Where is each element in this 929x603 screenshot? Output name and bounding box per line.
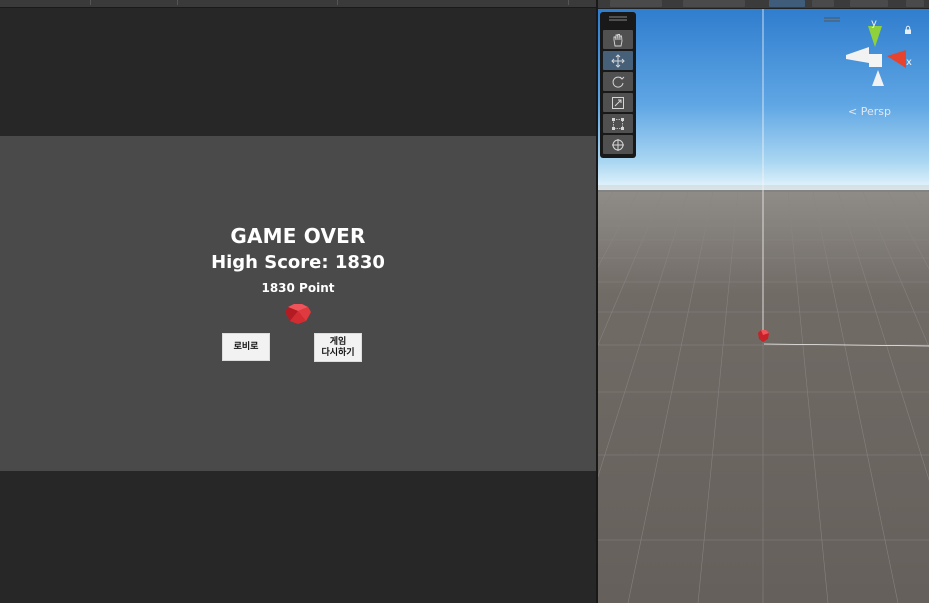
restart-button-label-line2: 다시하기 bbox=[321, 347, 355, 358]
points-text: 1830 Point bbox=[261, 281, 335, 295]
lobby-button[interactable]: 로비로 bbox=[222, 333, 270, 361]
scene-viewport[interactable] bbox=[598, 0, 929, 603]
tool-palette bbox=[600, 12, 636, 158]
restart-button[interactable]: 게임 다시하기 bbox=[314, 333, 362, 362]
rect-transform-icon bbox=[612, 117, 624, 130]
toolbar-increment-field[interactable] bbox=[850, 0, 888, 7]
drag-handle-icon[interactable] bbox=[609, 16, 627, 22]
toolbar-pivot-dropdown[interactable] bbox=[610, 0, 662, 7]
high-score-text: High Score: 1830 bbox=[211, 252, 385, 273]
scale-icon bbox=[612, 96, 624, 109]
game-view: GAME OVER High Score: 1830 1830 Point 로비… bbox=[0, 0, 596, 603]
game-canvas: GAME OVER High Score: 1830 1830 Point 로비… bbox=[0, 136, 596, 471]
hand-tool-button[interactable] bbox=[603, 30, 633, 49]
game-view-toolbar bbox=[0, 0, 596, 8]
orientation-gizmo-icon[interactable]: y x bbox=[842, 18, 914, 88]
lobby-button-label: 로비로 bbox=[233, 341, 259, 352]
gizmo-y-label: y bbox=[871, 18, 877, 29]
game-over-title: GAME OVER bbox=[230, 224, 366, 248]
scene-toolbar bbox=[598, 0, 929, 9]
gizmo-x-label: x bbox=[906, 57, 912, 68]
gem-icon bbox=[285, 304, 311, 324]
toolbar-snap-toggle[interactable] bbox=[812, 0, 834, 7]
rotate-tool-button[interactable] bbox=[603, 72, 633, 91]
rect-tool-button[interactable] bbox=[603, 114, 633, 133]
restart-button-label-line1: 게임 bbox=[329, 336, 347, 347]
projection-toggle[interactable]: < Persp bbox=[848, 105, 891, 118]
move-tool-button[interactable] bbox=[603, 51, 633, 70]
toolbar-local-dropdown[interactable] bbox=[683, 0, 745, 7]
overlay-drag-handle-icon[interactable] bbox=[824, 17, 840, 22]
transform-tool-button[interactable] bbox=[603, 135, 633, 154]
transform-icon bbox=[612, 138, 624, 151]
hand-icon bbox=[613, 33, 623, 46]
toolbar-grid-toggle[interactable] bbox=[769, 0, 805, 7]
toolbar-settings-button[interactable] bbox=[906, 0, 924, 7]
scale-tool-button[interactable] bbox=[603, 93, 633, 112]
scene-view[interactable]: y x < Persp bbox=[598, 0, 929, 603]
move-icon bbox=[611, 53, 625, 68]
rotate-icon bbox=[612, 76, 625, 88]
